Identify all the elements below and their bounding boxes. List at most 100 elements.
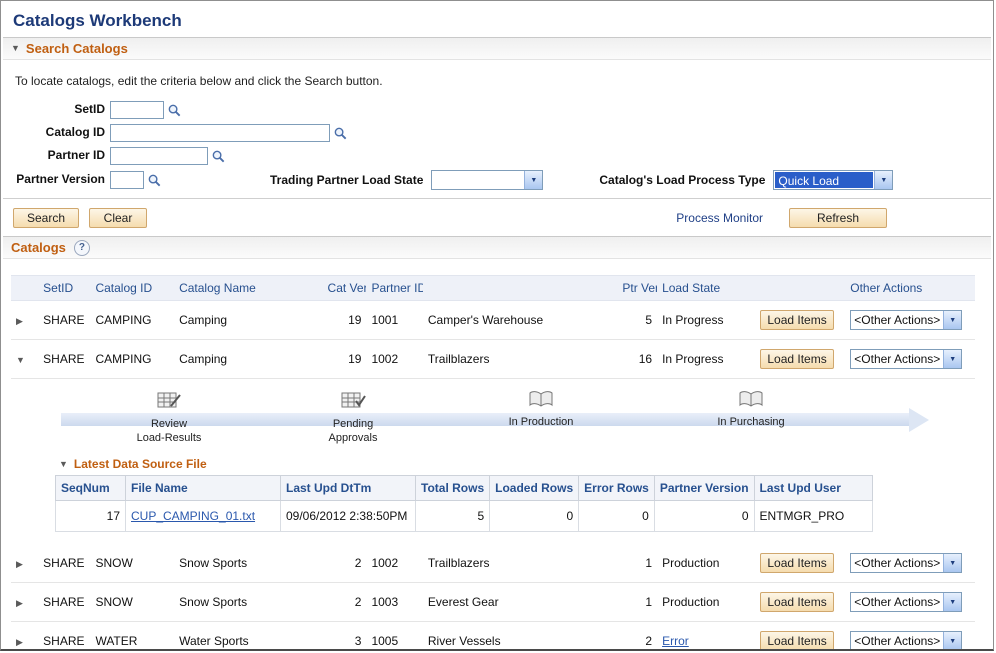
chevron-down-icon: ▼ (943, 632, 961, 650)
catalog-id-lookup-icon[interactable] (333, 126, 348, 141)
partner-name-column-header (423, 276, 617, 301)
load-state-error-link[interactable]: Error (662, 634, 689, 648)
cell-cat-ver: 19 (323, 301, 367, 340)
latest-data-source-header[interactable]: ▼ Latest Data Source File (59, 457, 975, 471)
expand-row-icon[interactable]: ▶ (16, 598, 23, 608)
cell-setid: SHARE (38, 622, 90, 652)
flow-step-label: In Production (481, 416, 601, 430)
catalog-id-label: Catalog ID (7, 126, 105, 139)
last-upd-dttm-header: Last Upd DtTm (281, 476, 416, 501)
collapse-row-icon[interactable]: ▼ (16, 355, 25, 365)
cell-catalog-id: CAMPING (90, 340, 174, 379)
cell-ptr-ver: 1 (617, 544, 657, 583)
cell-catalog-name: Snow Sports (174, 583, 322, 622)
chevron-down-icon: ▼ (524, 171, 542, 189)
setid-row: SetID (7, 101, 993, 119)
cell-cat-ver: 2 (323, 544, 367, 583)
action-button-row: Search Clear Process Monitor Refresh (13, 208, 985, 228)
cell-cat-ver: 3 (323, 622, 367, 652)
other-actions-select[interactable]: <Other Actions>▼ (850, 310, 962, 330)
search-section-title: Search Catalogs (26, 41, 128, 56)
other-actions-select[interactable]: <Other Actions>▼ (850, 349, 962, 369)
cell-partner-name: Trailblazers (423, 544, 617, 583)
help-icon[interactable]: ? (74, 240, 90, 256)
load-items-button[interactable]: Load Items (760, 592, 833, 612)
flow-step-label: In Purchasing (691, 416, 811, 430)
load-state-select[interactable]: ▼ (431, 170, 543, 190)
partner-id-column-header: Partner ID (366, 276, 422, 301)
cell-ptr-ver: 1 (617, 583, 657, 622)
cell-partner-name: River Vessels (423, 622, 617, 652)
latest-data-source-title: Latest Data Source File (74, 457, 207, 471)
load-items-button[interactable]: Load Items (760, 310, 833, 330)
other-actions-select[interactable]: <Other Actions>▼ (850, 553, 962, 573)
seqnum-header: SeqNum (56, 476, 126, 501)
setid-lookup-icon[interactable] (167, 103, 182, 118)
cell-catalog-id: SNOW (90, 544, 174, 583)
clear-button[interactable]: Clear (89, 208, 147, 228)
expand-row-icon[interactable]: ▶ (16, 559, 23, 569)
error-rows-header: Error Rows (579, 476, 655, 501)
refresh-button[interactable]: Refresh (789, 208, 887, 228)
load-items-button[interactable]: Load Items (760, 553, 833, 573)
cell-last-upd-user: ENTMGR_PRO (754, 501, 872, 532)
flow-step-label: Pending Approvals (293, 418, 413, 446)
process-flow: Review Load-Results Pending Approvals In… (53, 387, 933, 453)
cell-catalog-id: CAMPING (90, 301, 174, 340)
cell-setid: SHARE (38, 544, 90, 583)
load-items-button[interactable]: Load Items (760, 631, 833, 651)
partner-version-input[interactable] (110, 171, 144, 189)
setid-input[interactable] (110, 101, 164, 119)
catalog-id-input[interactable] (110, 124, 330, 142)
cell-load-state: Production (657, 583, 755, 622)
collapse-subsection-icon[interactable]: ▼ (59, 460, 68, 469)
cell-partner-id: 1002 (366, 340, 422, 379)
partner-id-input[interactable] (110, 147, 208, 165)
catalog-row: ▶ SHARE SNOW Snow Sports 2 1002 Trailbla… (11, 544, 975, 583)
page-title: Catalogs Workbench (1, 1, 993, 35)
search-section-divider (3, 198, 991, 199)
cat-ver-column-header: Cat Ver (323, 276, 367, 301)
in-production-icon (528, 389, 554, 411)
data-source-grid: SeqNum File Name Last Upd DtTm Total Row… (55, 475, 873, 532)
load-items-button[interactable]: Load Items (760, 349, 833, 369)
process-monitor-link[interactable]: Process Monitor (676, 211, 763, 225)
process-type-select[interactable]: Quick Load ▼ (773, 170, 893, 190)
search-catalogs-body: To locate catalogs, edit the criteria be… (1, 60, 993, 199)
flow-step-production: In Production (481, 389, 601, 430)
cell-last-upd-dttm: 09/06/2012 2:38:50PM (281, 501, 416, 532)
partner-version-lookup-icon[interactable] (147, 173, 162, 188)
cell-ptr-ver: 2 (617, 622, 657, 652)
flow-step-purchasing: In Purchasing (691, 389, 811, 430)
catalogs-workbench-page: Catalogs Workbench ▼ Search Catalogs To … (0, 0, 994, 651)
expand-row-icon[interactable]: ▶ (16, 316, 23, 326)
partner-id-lookup-icon[interactable] (211, 149, 226, 164)
expand-column-header (11, 276, 38, 301)
search-button[interactable]: Search (13, 208, 79, 228)
flow-step-label: Review Load-Results (109, 418, 229, 446)
pending-approvals-icon (340, 389, 366, 413)
search-catalogs-header[interactable]: ▼ Search Catalogs (3, 37, 991, 60)
collapse-section-icon[interactable]: ▼ (11, 44, 20, 53)
cell-partner-name: Everest Gear (423, 583, 617, 622)
loaded-rows-header: Loaded Rows (490, 476, 579, 501)
catalogs-header: Catalogs ? (3, 236, 991, 259)
file-name-link[interactable]: CUP_CAMPING_01.txt (131, 509, 255, 523)
partner-id-label: Partner ID (7, 149, 105, 162)
other-actions-select[interactable]: <Other Actions>▼ (850, 592, 962, 612)
chevron-down-icon: ▼ (943, 554, 961, 572)
setid-label: SetID (7, 103, 105, 116)
cell-catalog-id: WATER (90, 622, 174, 652)
partner-version-label: Partner Version (7, 173, 105, 186)
catalog-id-column-header: Catalog ID (90, 276, 174, 301)
cell-setid: SHARE (38, 583, 90, 622)
catalogs-section-title: Catalogs (11, 240, 66, 255)
expanded-row-detail: Review Load-Results Pending Approvals In… (11, 379, 975, 545)
expand-row-icon[interactable]: ▶ (16, 637, 23, 647)
partner-id-row: Partner ID (7, 147, 993, 165)
catalog-row: ▼ SHARE CAMPING Camping 19 1002 Trailbla… (11, 340, 975, 379)
cell-partner-id: 1003 (366, 583, 422, 622)
other-actions-select[interactable]: <Other Actions>▼ (850, 631, 962, 651)
catalogs-grid: SetID Catalog ID Catalog Name Cat Ver Pa… (11, 275, 975, 651)
cell-seqnum: 17 (56, 501, 126, 532)
